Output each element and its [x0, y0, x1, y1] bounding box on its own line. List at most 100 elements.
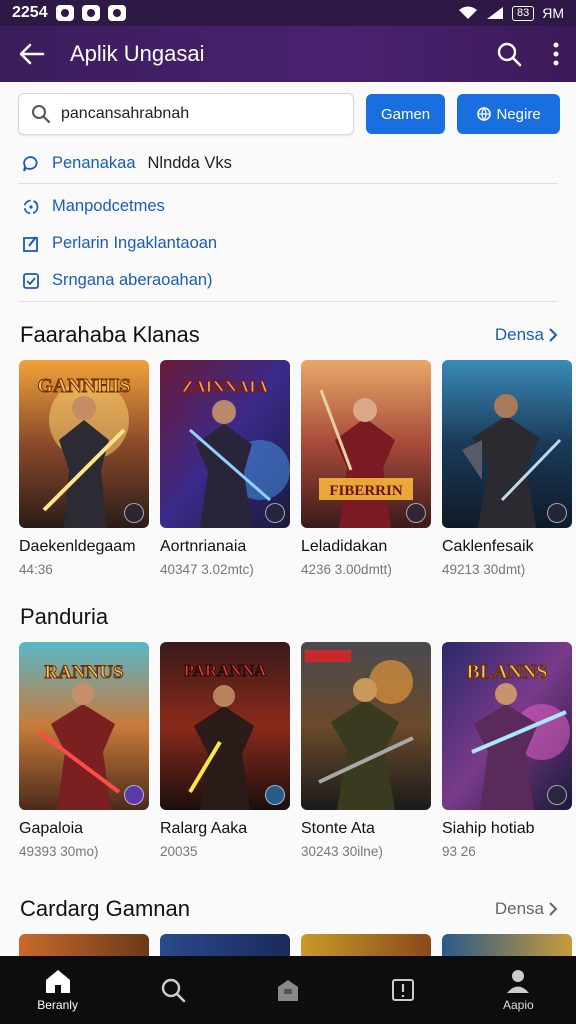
- suggestion-item[interactable]: Srngana aberaoahan): [18, 262, 558, 299]
- game-card[interactable]: FIBERRIN Leladidakan 4236 3.00dmtt): [301, 360, 431, 577]
- game-card[interactable]: RANNUS Gapaloia 49393 30mo): [19, 642, 149, 859]
- main-content: Gamen Negire Penanakaa Nlndda Vks Manpod…: [0, 82, 576, 956]
- profile-icon: [507, 970, 530, 993]
- status-bar: 2254 83 ЯM: [0, 0, 576, 26]
- see-more-link[interactable]: Densa: [495, 325, 558, 345]
- game-cover-image[interactable]: [442, 934, 572, 956]
- checkbox-icon: [23, 272, 39, 289]
- notification-icon: [81, 5, 100, 21]
- see-more-label: Densa: [494, 899, 544, 918]
- sync-icon: [23, 199, 39, 214]
- see-more-link[interactable]: Densa: [495, 899, 558, 919]
- game-meta: 4236 3.00dmtt): [301, 562, 392, 577]
- game-cover-image: ZAINNAIA: [160, 360, 290, 528]
- book-icon: [392, 979, 415, 1001]
- game-title: Aortnrianaia: [160, 538, 247, 555]
- status-right-text: ЯM: [542, 5, 564, 21]
- game-cover-image: GANNHIS: [19, 360, 149, 528]
- game-row-peek: [19, 934, 572, 956]
- search-icon: [161, 978, 186, 1003]
- section-header: Panduria: [20, 604, 558, 630]
- search-input[interactable]: [61, 105, 321, 123]
- suggestion-item[interactable]: Manpodcetmes: [18, 188, 558, 225]
- cover-title-text: PARANNA: [184, 661, 268, 680]
- game-meta: 93 26: [442, 844, 476, 859]
- game-row: RANNUS Gapaloia 49393 30mo) PARANNA Rala…: [19, 642, 572, 859]
- globe-icon: [477, 107, 492, 122]
- suggestion-label-secondary: Nlndda Vks: [147, 154, 232, 172]
- game-cover-image: RANNUS: [19, 642, 149, 810]
- game-card[interactable]: GANNHIS Daekenldegaam 44:36: [19, 360, 149, 577]
- wifi-icon: [458, 6, 477, 19]
- arrow-left-icon: [19, 43, 45, 65]
- back-button[interactable]: [16, 38, 48, 70]
- suggestion-item[interactable]: Penanakaa Nlndda Vks: [18, 144, 558, 184]
- game-card[interactable]: PARANNA Ralarg Aaka 20035: [160, 642, 290, 859]
- badge-icon: [265, 503, 285, 523]
- game-card[interactable]: ZAINNAIA Aortnrianaia 40347 3.02mtc): [160, 360, 290, 577]
- section-title: Faarahaba Klanas: [20, 322, 200, 347]
- chevron-right-icon: [549, 328, 558, 342]
- search-icon: [32, 105, 51, 124]
- section-header: Faarahaba Klanas Densa: [20, 322, 558, 348]
- nav-item-library[interactable]: [358, 960, 448, 1020]
- cover-title-text: RANNUS: [44, 662, 123, 683]
- game-row: GANNHIS Daekenldegaam 44:36 ZAINNAIA Aor…: [19, 360, 572, 577]
- search-icon[interactable]: [496, 41, 522, 67]
- search-box[interactable]: [18, 93, 354, 135]
- login-button-label: Negire: [496, 105, 541, 123]
- cover-title-text: GANNHIS: [37, 375, 130, 397]
- notification-icon: [55, 5, 74, 21]
- section-title: Cardarg Gamnan: [20, 896, 190, 921]
- game-cover-image[interactable]: [160, 934, 290, 956]
- game-meta: 20035: [160, 844, 198, 859]
- section-header: Cardarg Gamnan Densa: [20, 896, 558, 922]
- signal-icon: [486, 7, 503, 19]
- search-row: Gamen Negire: [18, 92, 560, 136]
- game-cover-image[interactable]: [301, 934, 431, 956]
- suggestion-item[interactable]: Perlarin Ingaklantaoan: [18, 225, 558, 262]
- game-title: Ralarg Aaka: [160, 820, 248, 837]
- game-title: Siahip hotiab: [442, 820, 535, 837]
- game-meta: 44:36: [19, 562, 53, 577]
- suggestion-label: Manpodcetmes: [52, 197, 165, 215]
- more-vert-icon[interactable]: [552, 42, 560, 66]
- nav-label: Beranly: [37, 998, 78, 1012]
- chat-bubble-icon: [23, 155, 38, 171]
- store-icon: [277, 980, 298, 1001]
- game-title: Daekenldegaam: [19, 538, 136, 555]
- badge-icon: [547, 785, 567, 805]
- nav-item-search[interactable]: [128, 960, 218, 1020]
- game-cover-image[interactable]: [19, 934, 149, 956]
- cover-title-text: ZAINNAIA: [182, 377, 269, 396]
- chevron-right-icon: [549, 902, 558, 916]
- game-card[interactable]: Caklenfesaik 49213 30dmt): [442, 360, 572, 577]
- status-time: 2254: [12, 4, 48, 21]
- page-title: Aplik Ungasai: [70, 41, 205, 66]
- game-cover-image: [301, 642, 431, 810]
- section-title: Panduria: [20, 604, 109, 629]
- see-more-label: Densa: [494, 325, 544, 344]
- cover-title-text: FIBERRIN: [329, 483, 403, 499]
- badge-icon: [547, 503, 567, 523]
- game-card[interactable]: BLANNS Siahip hotiab 93 26: [442, 642, 572, 859]
- divider: [18, 301, 558, 302]
- nav-item-profile[interactable]: Aapio: [473, 960, 563, 1020]
- battery-icon: 83: [511, 5, 535, 21]
- game-cover-image: [442, 360, 572, 528]
- game-card[interactable]: Stonte Ata 30243 30ilne): [301, 642, 431, 859]
- game-title: Caklenfesaik: [442, 538, 534, 555]
- game-meta: 49393 30mo): [19, 844, 99, 859]
- game-button[interactable]: Gamen: [366, 94, 446, 134]
- bottom-navigation: Beranly Aapio: [0, 956, 576, 1024]
- suggestion-label: Perlarin Ingaklantaoan: [52, 234, 218, 252]
- edit-icon: [23, 235, 38, 252]
- nav-item-home[interactable]: Beranly: [13, 960, 103, 1020]
- suggestion-list: Penanakaa Nlndda Vks Manpodcetmes Perlar…: [18, 144, 558, 302]
- badge-icon: [406, 503, 426, 523]
- game-cover-image: BLANNS: [442, 642, 572, 810]
- badge-icon: [265, 785, 285, 805]
- nav-item-store[interactable]: [243, 960, 333, 1020]
- login-button[interactable]: Negire: [457, 94, 560, 134]
- game-meta: 30243 30ilne): [301, 844, 383, 859]
